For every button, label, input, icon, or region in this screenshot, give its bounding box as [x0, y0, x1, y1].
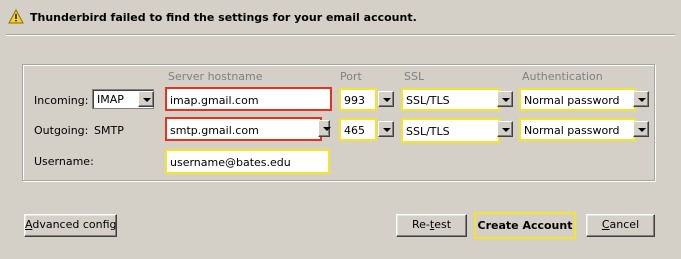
outgoing-auth-dropdown-icon[interactable]	[633, 121, 649, 137]
incoming-auth-dropdown-icon[interactable]	[633, 91, 649, 107]
outgoing-hostname-value: smtp.gmail.com	[170, 124, 259, 137]
outgoing-label: Outgoing:	[34, 124, 89, 137]
username-label: Username:	[34, 155, 94, 168]
incoming-hostname-value: imap.gmail.com	[170, 94, 259, 107]
username-value: username@bates.edu	[170, 156, 291, 169]
advanced-config-label: dvanced config	[32, 218, 117, 231]
warning-triangle-icon	[8, 8, 24, 25]
retest-label-post: est	[434, 218, 452, 231]
cancel-accesskey: C	[601, 218, 610, 231]
column-header-port: Port	[340, 70, 362, 83]
separator	[6, 34, 675, 36]
retest-label-pre: Re-	[411, 218, 430, 231]
outgoing-auth-select[interactable]: Normal password	[519, 118, 636, 141]
outgoing-hostname-dropdown-icon[interactable]	[318, 120, 331, 137]
outgoing-port-dropdown-icon[interactable]	[378, 121, 394, 137]
username-input[interactable]: username@bates.edu	[165, 149, 330, 174]
incoming-label: Incoming:	[34, 94, 89, 107]
outgoing-protocol: SMTP	[94, 124, 124, 137]
column-header-server-hostname: Server hostname	[168, 70, 263, 83]
retest-button[interactable]: Re-test	[396, 214, 467, 237]
outgoing-ssl-dropdown-icon[interactable]	[497, 121, 513, 137]
outgoing-auth-value: Normal password	[524, 124, 620, 137]
incoming-ssl-value: SSL/TLS	[406, 94, 450, 107]
incoming-auth-select[interactable]: Normal password	[519, 88, 636, 111]
incoming-hostname-input[interactable]: imap.gmail.com	[165, 87, 332, 111]
cancel-label: ancel	[609, 218, 640, 231]
outgoing-port-select[interactable]: 465	[339, 118, 377, 141]
outgoing-ssl-select[interactable]: SSL/TLS	[401, 118, 500, 143]
incoming-port-dropdown-icon[interactable]	[378, 91, 394, 107]
incoming-ssl-dropdown-icon[interactable]	[497, 91, 513, 107]
incoming-ssl-select[interactable]: SSL/TLS	[401, 88, 500, 111]
create-account-label: Create Account	[477, 219, 573, 232]
outgoing-port-value: 465	[344, 124, 365, 137]
outgoing-hostname-input[interactable]: smtp.gmail.com	[165, 117, 322, 141]
warning-message: Thunderbird failed to find the settings …	[30, 11, 417, 24]
incoming-protocol-dropdown-icon[interactable]	[138, 91, 154, 107]
column-header-authentication: Authentication	[522, 70, 603, 83]
outgoing-ssl-value: SSL/TLS	[406, 125, 450, 138]
create-account-button[interactable]: Create Account	[474, 212, 576, 239]
incoming-auth-value: Normal password	[524, 94, 620, 107]
incoming-port-value: 993	[344, 94, 365, 107]
incoming-protocol-value: IMAP	[97, 93, 124, 106]
incoming-port-select[interactable]: 993	[339, 88, 377, 111]
column-header-ssl: SSL	[404, 70, 425, 83]
advanced-config-button[interactable]: Advanced config	[24, 214, 117, 237]
cancel-button[interactable]: Cancel	[586, 214, 655, 237]
